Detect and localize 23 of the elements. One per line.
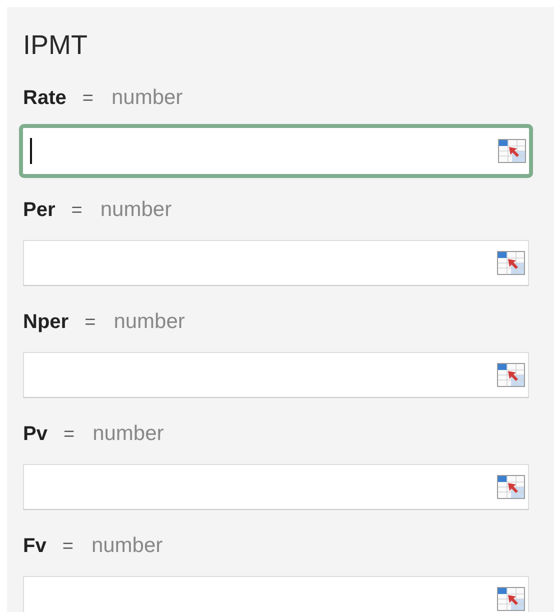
grid-arrow-icon[interactable] <box>497 587 525 611</box>
arg-name: Fv <box>23 534 46 559</box>
equals-sign: = <box>84 311 96 335</box>
equals-sign: = <box>63 423 75 447</box>
input-field[interactable] <box>19 124 533 178</box>
arg-name: Pv <box>23 422 48 447</box>
grid-arrow-icon[interactable] <box>497 363 525 387</box>
arg-name: Rate <box>23 86 66 111</box>
arg-name: Per <box>23 198 56 223</box>
type-hint: number <box>91 533 163 559</box>
type-hint: number <box>111 85 183 111</box>
type-hint: number <box>114 309 185 335</box>
text-cursor <box>30 138 32 164</box>
arg-name: Nper <box>23 310 69 335</box>
grid-arrow-icon[interactable] <box>497 475 525 499</box>
grid-arrow-icon[interactable] <box>497 251 525 275</box>
type-hint: number <box>92 421 164 447</box>
equals-sign: = <box>71 199 82 223</box>
function-title: IPMT <box>23 29 88 62</box>
grid-arrow-icon[interactable] <box>498 139 526 163</box>
equals-sign: = <box>82 87 94 111</box>
type-hint: number <box>100 197 172 223</box>
equals-sign: = <box>62 535 74 559</box>
